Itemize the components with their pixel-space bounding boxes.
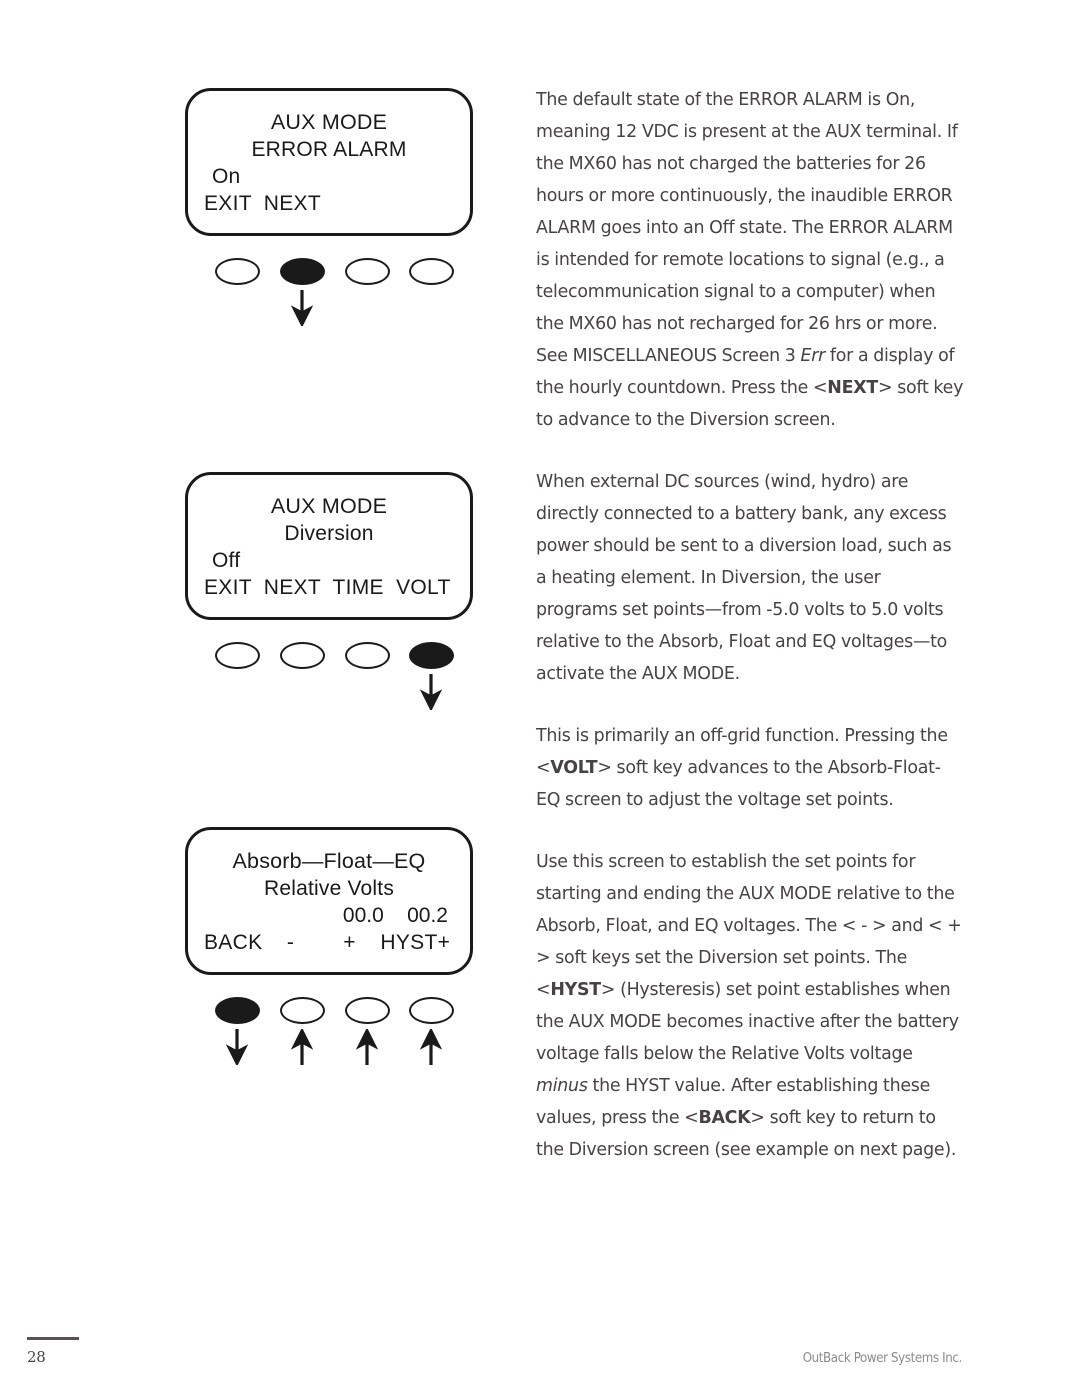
p4-text-a: Use this screen to establish the set poi… xyxy=(536,852,962,1000)
footer-divider-rule xyxy=(27,1337,79,1340)
p1-text-a: The default state of the ERROR ALARM is … xyxy=(536,90,958,366)
lcd-screen-diversion: AUX MODE Diversion Off EXIT NEXT TIME VO… xyxy=(185,472,473,620)
softkey-button-row-3 xyxy=(185,997,473,1024)
p3-text-b: > soft key advances to the Absorb-Float-… xyxy=(536,758,941,810)
page-number: 28 xyxy=(27,1348,46,1366)
lcd-values: 00.0 00.2 xyxy=(342,904,448,927)
arrow-down-icon xyxy=(291,290,313,326)
arrow-up-icon xyxy=(356,1029,378,1065)
softkey-button-volt[interactable] xyxy=(409,642,454,669)
softkey-button-plus[interactable] xyxy=(345,997,390,1024)
figure-absorb-float-eq: Absorb—Float—EQ Relative Volts 00.0 00.2… xyxy=(185,827,485,1069)
p3-volt-bold: VOLT xyxy=(550,758,598,778)
arrow-row-3 xyxy=(185,1029,473,1069)
lcd-screen-error-alarm: AUX MODE ERROR ALARM On EXIT NEXT xyxy=(185,88,473,236)
paragraph-error-alarm: The default state of the ERROR ALARM is … xyxy=(536,84,964,436)
lcd-status: On xyxy=(212,165,241,188)
lcd-status: Off xyxy=(212,549,241,572)
figure-aux-mode-diversion: AUX MODE Diversion Off EXIT NEXT TIME VO… xyxy=(185,472,485,714)
lcd-title: AUX MODE xyxy=(270,494,388,518)
p4-back-bold: BACK xyxy=(698,1108,751,1128)
softkey-button-next[interactable] xyxy=(280,642,325,669)
softkey-button-next[interactable] xyxy=(280,258,325,285)
paragraph-off-grid: This is primarily an off-grid function. … xyxy=(536,720,964,816)
lcd-subtitle: ERROR ALARM xyxy=(251,138,407,161)
softkey-button-back[interactable] xyxy=(215,997,260,1024)
p1-next-bold: NEXT xyxy=(827,378,879,398)
figure-column: AUX MODE ERROR ALARM On EXIT NEXT AUX MO… xyxy=(185,88,485,1069)
lcd-softkey-labels: EXIT NEXT TIME VOLT xyxy=(204,576,451,599)
softkey-button-4[interactable] xyxy=(409,258,454,285)
lcd-subtitle: Diversion xyxy=(284,522,374,545)
figure-aux-mode-error-alarm: AUX MODE ERROR ALARM On EXIT NEXT xyxy=(185,88,485,330)
lcd-softkey-labels: EXIT NEXT xyxy=(204,192,321,215)
p4-hyst-bold: HYST xyxy=(550,980,601,1000)
softkey-button-hyst[interactable] xyxy=(409,997,454,1024)
softkey-button-row-1 xyxy=(185,258,473,285)
softkey-button-3[interactable] xyxy=(345,258,390,285)
paragraph-diversion: When external DC sources (wind, hydro) a… xyxy=(536,472,952,684)
lcd-screen-relative-volts: Absorb—Float—EQ Relative Volts 00.0 00.2… xyxy=(185,827,473,975)
manual-page: AUX MODE ERROR ALARM On EXIT NEXT AUX MO… xyxy=(0,0,1080,1397)
lcd-subtitle: Relative Volts xyxy=(263,877,395,900)
arrow-down-icon xyxy=(226,1029,248,1065)
lcd-softkey-labels: BACK - + HYST+ xyxy=(204,931,451,954)
softkey-button-exit[interactable] xyxy=(215,642,260,669)
softkey-button-exit[interactable] xyxy=(215,258,260,285)
softkey-button-minus[interactable] xyxy=(280,997,325,1024)
p4-minus-italic: minus xyxy=(536,1076,588,1096)
arrow-down-icon xyxy=(420,674,442,710)
arrow-row-2 xyxy=(185,674,473,714)
body-text-column: The default state of the ERROR ALARM is … xyxy=(536,84,964,1166)
lcd-title: AUX MODE xyxy=(270,110,388,134)
p1-err-italic: Err xyxy=(800,346,826,366)
softkey-button-time[interactable] xyxy=(345,642,390,669)
paragraph-set-points: Use this screen to establish the set poi… xyxy=(536,846,964,1166)
footer-brand-text: OutBack Power Systems Inc. xyxy=(802,1350,963,1366)
arrow-up-icon xyxy=(291,1029,313,1065)
arrow-up-icon xyxy=(420,1029,442,1065)
arrow-row-1 xyxy=(185,290,473,330)
softkey-button-row-2 xyxy=(185,642,473,669)
lcd-title: Absorb—Float—EQ xyxy=(232,849,426,873)
